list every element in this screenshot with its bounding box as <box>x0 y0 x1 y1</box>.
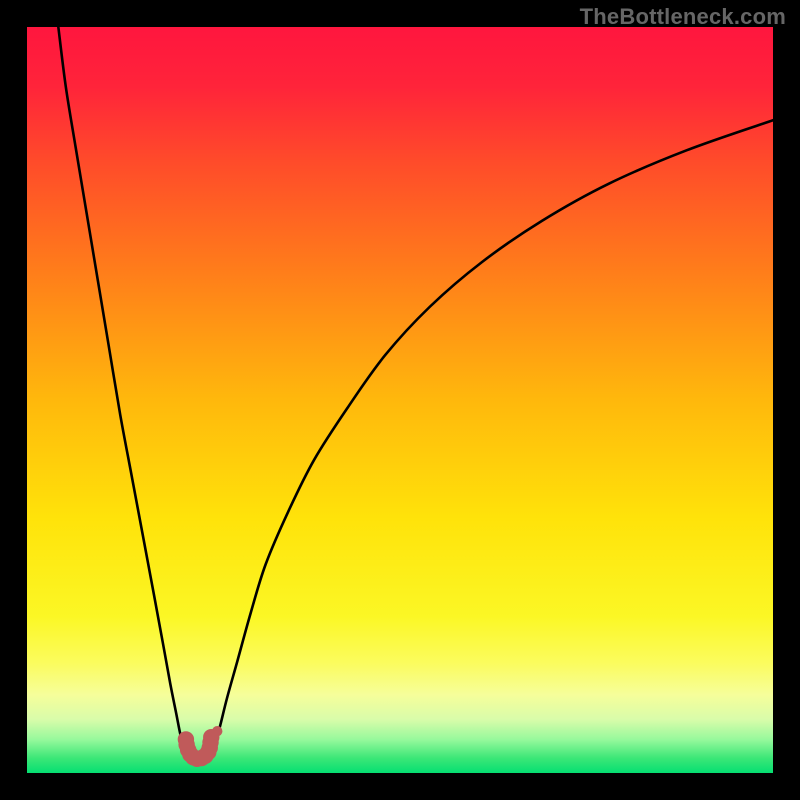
plot-background <box>27 27 773 773</box>
marker-dot-small <box>212 726 222 736</box>
chart-frame: TheBottleneck.com <box>0 0 800 800</box>
bottleneck-chart <box>0 0 800 800</box>
